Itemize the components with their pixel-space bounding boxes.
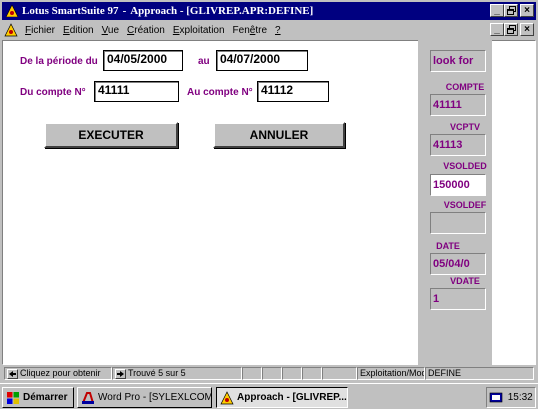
execute-button[interactable]: EXECUTER xyxy=(44,122,178,148)
document-window-controls: _ × xyxy=(490,23,534,36)
menu-fichier-label: ichier xyxy=(31,24,56,36)
cancel-button[interactable]: ANNULER xyxy=(213,122,345,148)
task-approach-label: Approach - [GLIVREP... xyxy=(237,392,347,403)
application-window: Lotus SmartSuite 97- Approach - [GLIVREP.… xyxy=(0,0,538,409)
task-approach[interactable]: Approach - [GLIVREP... xyxy=(216,387,348,408)
status-bar: Cliquez pour obtenir Trouvé 5 sur 5 Expl… xyxy=(2,366,536,381)
compte-field[interactable]: 41111 xyxy=(430,94,486,116)
doc-close-button[interactable]: × xyxy=(520,23,534,36)
window-controls: _ × xyxy=(490,4,534,17)
vcptv-field[interactable]: 41113 xyxy=(430,134,486,156)
menu-creation[interactable]: Création xyxy=(127,25,165,36)
approach-app-icon[interactable] xyxy=(5,4,19,18)
doc-minimize-button[interactable]: _ xyxy=(490,23,504,36)
vsolded-label: VSOLDED xyxy=(443,161,487,171)
date-label: DATE xyxy=(436,241,460,251)
restore-icon xyxy=(506,6,516,15)
start-button[interactable]: Démarrer xyxy=(2,387,74,408)
menu-edition-label: dition xyxy=(69,24,94,36)
status-view[interactable]: DEFINE xyxy=(425,367,534,380)
taskbar: Démarrer Word Pro - [SYLEXLCOM... Approa… xyxy=(0,383,538,409)
menu-exploitation-key: E xyxy=(172,24,180,36)
period-from-field[interactable]: 04/05/2000 xyxy=(103,50,183,71)
doc-restore-button[interactable] xyxy=(504,23,518,36)
status-empty-1 xyxy=(242,367,262,380)
vsolded-field[interactable]: 150000 xyxy=(430,174,486,196)
menu-edition[interactable]: Edition xyxy=(63,25,94,36)
title-bar[interactable]: Lotus SmartSuite 97- Approach - [GLIVREP.… xyxy=(2,2,536,20)
field-panel: look for COMPTE 41111 VCPTV 41113 VSOLDE… xyxy=(418,40,492,365)
arrow-right-icon xyxy=(117,370,124,377)
status-empty-5 xyxy=(322,367,357,380)
status-mode[interactable]: Exploitation/Modifié xyxy=(357,367,425,380)
vdate-field[interactable]: 1 xyxy=(430,288,486,310)
menu-creation-label: réation xyxy=(134,24,165,36)
status-found: Trouvé 5 sur 5 xyxy=(112,367,242,380)
period-to-field[interactable]: 04/07/2000 xyxy=(216,50,308,71)
status-empty-4 xyxy=(302,367,322,380)
menu-help-key: ? xyxy=(275,24,281,36)
vsoldef-field[interactable] xyxy=(430,212,486,234)
account-to-label: Au compte N° xyxy=(187,87,253,98)
vsoldef-label: VSOLDEF xyxy=(443,200,487,210)
status-hint: Cliquez pour obtenir xyxy=(4,367,112,380)
menu-edition-key: E xyxy=(63,24,70,36)
next-record-button[interactable] xyxy=(115,368,126,379)
period-to-label: au xyxy=(198,56,210,67)
menu-fenetre-label: Fen xyxy=(232,24,250,36)
menu-fenetre[interactable]: Fenêtre xyxy=(233,25,267,36)
minimize-icon: _ xyxy=(494,4,500,16)
document-control-icon[interactable] xyxy=(4,23,18,37)
task-word-pro-label: Word Pro - [SYLEXLCOM... xyxy=(98,392,212,403)
doc-close-icon: × xyxy=(524,23,530,35)
menu-help[interactable]: ? xyxy=(275,25,281,36)
app-name: Lotus SmartSuite 97 xyxy=(22,5,119,17)
windows-logo-icon xyxy=(7,391,19,404)
menu-vue[interactable]: Vue xyxy=(102,25,119,36)
close-icon: × xyxy=(524,4,530,16)
title-separator: - xyxy=(122,5,127,17)
document-title: Approach - [GLIVREP.APR:DEFINE] xyxy=(130,5,314,17)
period-from-label: De la période du xyxy=(20,56,98,67)
menu-exploitation-label: xploitation xyxy=(179,24,225,36)
restore-button[interactable] xyxy=(504,4,518,17)
lookfor-field[interactable]: look for xyxy=(430,50,486,72)
doc-minimize-icon: _ xyxy=(494,23,500,35)
clock[interactable]: 15:32 xyxy=(508,392,533,403)
doc-restore-icon xyxy=(506,25,516,34)
task-word-pro[interactable]: Word Pro - [SYLEXLCOM... xyxy=(77,387,212,408)
account-from-label: Du compte N° xyxy=(20,87,86,98)
previous-record-button[interactable] xyxy=(7,368,18,379)
start-label: Démarrer xyxy=(23,392,68,403)
close-button[interactable]: × xyxy=(520,4,534,17)
compte-label: COMPTE xyxy=(445,82,485,92)
menu-vue-label: ue xyxy=(107,24,120,36)
vdate-label: VDATE xyxy=(450,276,480,286)
minimize-button[interactable]: _ xyxy=(490,4,504,17)
window-title: Lotus SmartSuite 97- Approach - [GLIVREP.… xyxy=(22,5,313,17)
status-empty-3 xyxy=(282,367,302,380)
menu-fichier[interactable]: Fichier xyxy=(25,25,55,36)
menu-exploitation[interactable]: Exploitation xyxy=(173,25,225,36)
vcptv-label: VCPTV xyxy=(449,122,480,132)
system-tray: 15:32 xyxy=(486,387,536,408)
speaker-icon[interactable] xyxy=(489,392,503,404)
approach-task-icon xyxy=(220,390,234,404)
date-field[interactable]: 05/04/0 xyxy=(430,253,486,275)
menu-fenetre-label-end: tre xyxy=(255,24,268,36)
menu-bar: Fichier Edition Vue Création Exploitatio… xyxy=(2,21,536,39)
status-hint-text: Cliquez pour obtenir xyxy=(20,368,101,378)
status-found-text: Trouvé 5 sur 5 xyxy=(128,368,186,378)
arrow-left-icon xyxy=(9,370,16,377)
word-pro-icon xyxy=(82,391,94,404)
account-from-field[interactable]: 41111 xyxy=(94,81,179,102)
status-empty-2 xyxy=(262,367,282,380)
account-to-field[interactable]: 41112 xyxy=(257,81,329,102)
